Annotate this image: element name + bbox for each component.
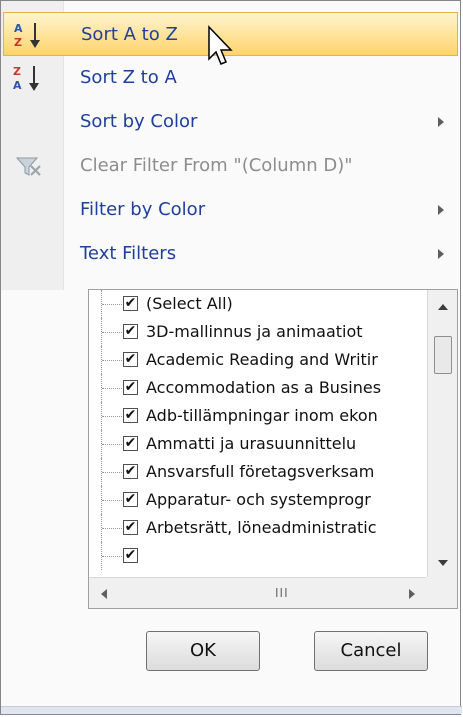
submenu-arrow-icon [438,205,444,215]
submenu-arrow-icon [438,117,444,127]
autofilter-dropdown: A Z Sort A to Z Z A Sort Z to A Sort by … [0,0,462,715]
list-item[interactable]: ✔ Accommodation as a Busines [89,374,427,402]
filter-values-viewport: ✔ (Select All) ✔ 3D-mallinnus ja animaat… [89,290,427,578]
svg-text:Z: Z [14,36,22,49]
svg-text:Z: Z [13,65,21,78]
cancel-button[interactable]: Cancel [314,631,428,671]
scroll-left-arrow-icon[interactable] [101,589,107,599]
tree-line [101,318,124,346]
tree-line [101,290,124,318]
list-item[interactable]: ✔ Academic Reading and Writir [89,346,427,374]
tree-line [101,430,124,458]
list-item-label: Arbetsrätt, löneadministratic [146,518,377,537]
list-item-label: Accommodation as a Busines [146,378,382,397]
vertical-scrollbar[interactable] [427,290,457,578]
vertical-scroll-thumb[interactable] [434,336,452,374]
menu-item-sort-by-color[interactable]: Sort by Color [3,100,458,144]
svg-text:A: A [14,22,23,35]
checkbox[interactable]: ✔ [123,548,138,563]
scroll-grip[interactable]: III [275,586,289,600]
checkbox[interactable]: ✔ [123,296,138,311]
checkbox[interactable]: ✔ [123,464,138,479]
list-item[interactable]: ✔ Arbetsrätt, löneadministratic [89,514,427,542]
list-item-partial[interactable]: ✔ [89,542,427,570]
menu-item-label: Sort A to Z [81,24,178,45]
list-item-label: (Select All) [146,294,233,313]
checkbox[interactable]: ✔ [123,352,138,367]
list-item[interactable]: ✔ Ansvarsfull företagsverksam [89,458,427,486]
scroll-up-arrow-icon[interactable] [438,304,448,310]
list-item-label: Academic Reading and Writir [146,350,378,369]
tree-line [101,346,124,374]
list-item[interactable]: ✔ Adb-tillämpningar inom ekon [89,402,427,430]
tree-line [101,514,124,542]
list-item-label: Adb-tillämpningar inom ekon [146,406,378,425]
list-item[interactable]: ✔ Apparatur- och systemprogr [89,486,427,514]
checkbox[interactable]: ✔ [123,408,138,423]
scroll-right-arrow-icon[interactable] [409,589,415,599]
clear-filter-icon [15,157,41,176]
svg-text:A: A [13,79,22,92]
menu-item-clear-filter: Clear Filter From "(Column D)" [3,144,458,188]
sort-za-icon: Z A [13,65,39,92]
menu-item-label: Sort by Color [80,111,198,132]
filter-values-list[interactable]: ✔ (Select All) ✔ 3D-mallinnus ja animaat… [88,289,458,609]
list-item[interactable]: ✔ 3D-mallinnus ja animaatiot [89,318,427,346]
horizontal-scrollbar[interactable]: III [89,577,427,608]
menu-item-label: Text Filters [80,243,177,264]
checkbox[interactable]: ✔ [123,324,138,339]
list-item[interactable]: ✔ (Select All) [89,290,427,318]
mouse-cursor-icon [208,25,233,65]
checkbox[interactable]: ✔ [123,520,138,535]
list-item-label: Apparatur- och systemprogr [146,490,371,509]
tree-line [101,402,124,430]
menu-item-label: Sort Z to A [80,67,177,88]
checkbox[interactable]: ✔ [123,380,138,395]
tree-line [101,374,124,402]
scroll-down-arrow-icon[interactable] [438,560,448,566]
scrollbar-corner [426,577,457,608]
list-item-label: 3D-mallinnus ja animaatiot [146,322,363,341]
tree-line [101,486,124,514]
menu-item-filter-by-color[interactable]: Filter by Color [3,188,458,232]
list-item-label: Ammatti ja urasuunnittelu [146,434,357,453]
tree-line [101,542,124,570]
sort-az-icon: A Z [14,22,40,49]
submenu-arrow-icon [438,249,444,259]
list-item-label: Ansvarsfull företagsverksam [146,462,375,481]
checkbox[interactable]: ✔ [123,492,138,507]
checkbox[interactable]: ✔ [123,436,138,451]
tree-line [101,458,124,486]
resize-grip-bar[interactable] [1,706,462,714]
menu-item-label: Filter by Color [80,199,206,220]
menu-item-label: Clear Filter From "(Column D)" [80,155,353,176]
menu-item-text-filters[interactable]: Text Filters [3,232,458,276]
ok-button[interactable]: OK [146,631,260,671]
list-item[interactable]: ✔ Ammatti ja urasuunnittelu [89,430,427,458]
